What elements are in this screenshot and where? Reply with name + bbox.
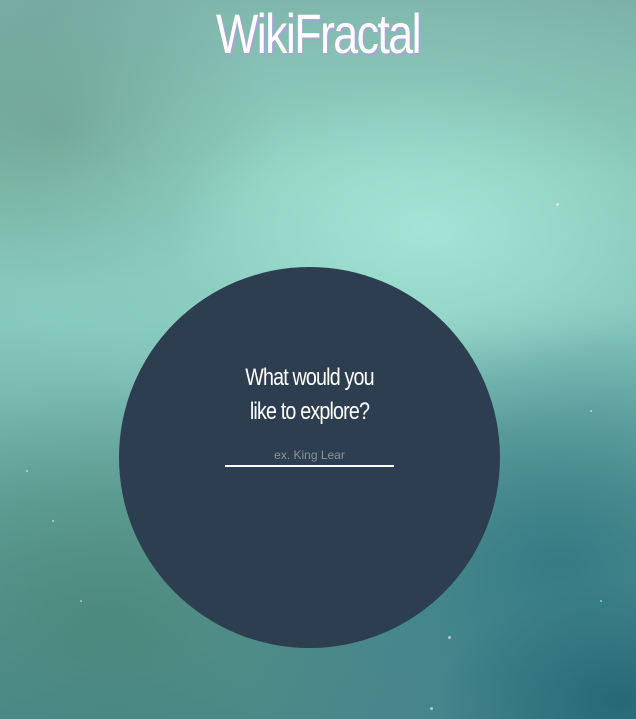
explore-prompt-line-2: like to explore? [249, 398, 370, 425]
background-speck [590, 410, 592, 412]
app-title: WikiFractal [216, 2, 422, 65]
background-speck [600, 600, 602, 602]
explore-circle: What would you like to explore? [119, 267, 500, 648]
background-speck [80, 600, 82, 602]
search-input[interactable] [225, 445, 394, 467]
background-speck [448, 636, 451, 639]
explore-prompt: What would you like to explore? [153, 361, 465, 429]
background-speck [430, 707, 433, 710]
background-speck [556, 203, 559, 206]
explore-prompt-line-1: What would you [245, 364, 374, 391]
background-speck [52, 520, 54, 522]
background-speck [26, 470, 28, 472]
